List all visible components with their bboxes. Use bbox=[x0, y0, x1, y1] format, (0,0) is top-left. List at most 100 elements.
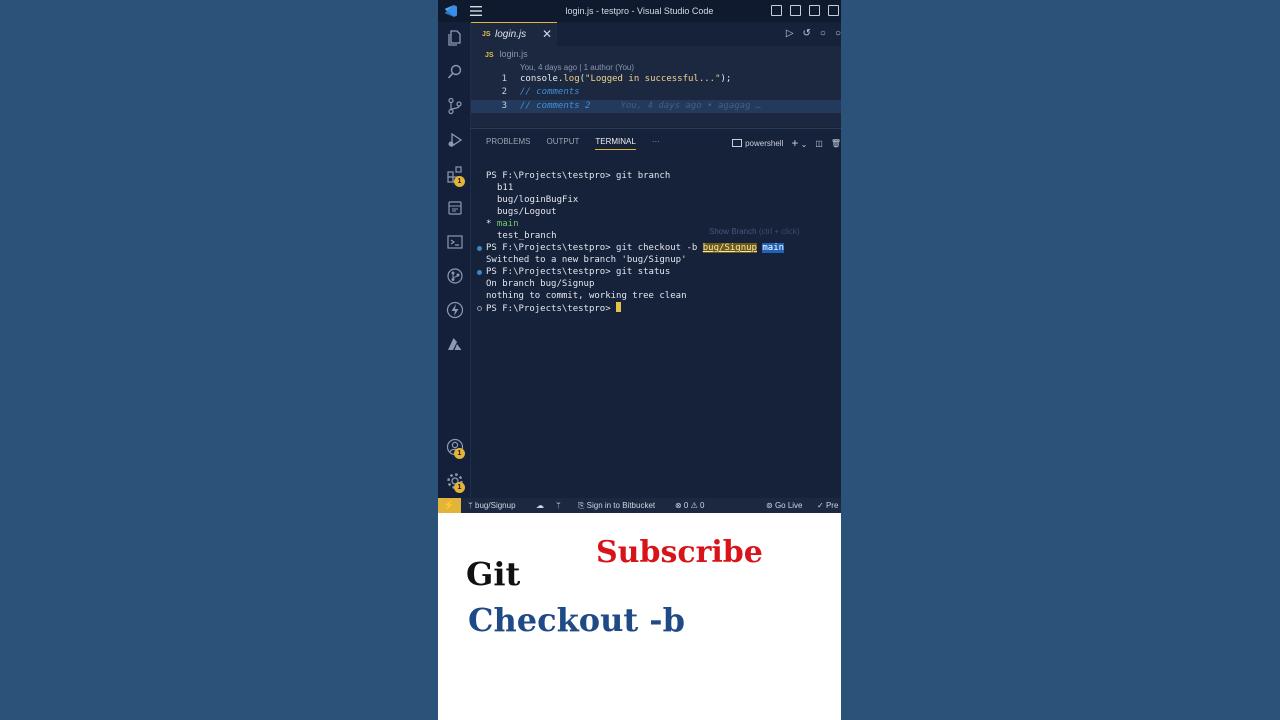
code-comment: // comments bbox=[520, 87, 580, 97]
breadcrumb-file[interactable]: login.js bbox=[500, 49, 528, 59]
previous-change-icon[interactable]: ○ bbox=[820, 28, 826, 39]
prompt: PS F:\Projects\testpro> bbox=[486, 267, 617, 277]
line-number: 1 bbox=[501, 74, 507, 84]
source-control-icon[interactable] bbox=[446, 97, 464, 115]
close-icon[interactable]: ✕ bbox=[542, 27, 552, 41]
command: git checkout bbox=[616, 243, 682, 253]
subscribe-text: Subscribe bbox=[596, 535, 763, 570]
branch-status[interactable]: ᛘ bug/Signup bbox=[468, 501, 516, 510]
terminal-line: PS F:\Projects\testpro> git checkout -b … bbox=[477, 242, 785, 254]
toggle-panel-icon[interactable] bbox=[790, 5, 801, 16]
check-icon: ✓ bbox=[817, 501, 826, 510]
chevron-down-icon: ⌄ bbox=[800, 140, 808, 149]
go-live-button[interactable]: ⊚ Go Live bbox=[766, 501, 803, 510]
current-branch: main bbox=[496, 219, 519, 229]
current-marker: * bbox=[486, 219, 497, 229]
terminal-cursor bbox=[616, 302, 622, 312]
terminal-icon[interactable] bbox=[446, 233, 464, 251]
terminal-line: nothing to commit, working tree clean bbox=[486, 291, 687, 301]
layout-controls bbox=[771, 5, 839, 16]
azure-icon[interactable] bbox=[446, 335, 464, 353]
branch-item: bug/loginBugFix bbox=[497, 195, 579, 205]
terminal-line: PS F:\Projects\testpro> git branch bbox=[486, 170, 670, 182]
git-blame-codelens[interactable]: You, 4 days ago | 1 author (You) bbox=[520, 63, 634, 72]
code-text: // comments 2 You, 4 days ago • agagag … bbox=[520, 100, 761, 113]
split-terminal-icon[interactable]: ◫ bbox=[815, 139, 823, 148]
code-token: ); bbox=[720, 74, 732, 84]
settings-badge: 1 bbox=[454, 482, 465, 493]
kill-terminal-icon[interactable]: 🗑 bbox=[831, 139, 841, 148]
thunder-client-icon[interactable] bbox=[446, 301, 464, 319]
go-live-label: Go Live bbox=[774, 501, 803, 510]
toggle-sidebar-icon[interactable] bbox=[771, 5, 782, 16]
tab-problems[interactable]: PROBLEMS bbox=[486, 137, 530, 150]
inline-blame: You, 4 days ago • agagag … bbox=[620, 101, 762, 111]
editor-tab-bar: JS login.js ✕ ▷ ↺ ○ ○ bbox=[471, 22, 841, 46]
command-pending-dot bbox=[477, 306, 482, 311]
branch-link[interactable]: bug/Signup bbox=[702, 243, 757, 253]
shell-name: powershell bbox=[745, 138, 784, 148]
tab-login-js[interactable]: JS login.js ✕ bbox=[471, 22, 557, 46]
title-bar: login.js - testpro - Visual Studio Code bbox=[438, 0, 841, 22]
status-bar: ⚡ ᛘ bug/Signup ☁ ᛘ ⎘ Sign in to Bitbucke… bbox=[438, 498, 841, 513]
code-line[interactable]: 2 // comments bbox=[471, 86, 841, 99]
remote-indicator-icon[interactable]: ⚡ bbox=[438, 498, 461, 513]
javascript-file-icon: JS bbox=[485, 52, 494, 59]
code-token: log bbox=[563, 74, 580, 84]
prettier-label: Pre bbox=[825, 501, 839, 510]
code-token: console bbox=[520, 74, 558, 84]
terminal-line: PS F:\Projects\testpro> bbox=[477, 302, 622, 314]
tab-terminal[interactable]: TERMINAL bbox=[595, 137, 636, 150]
vscode-window: login.js - testpro - Visual Studio Code … bbox=[438, 0, 841, 720]
branch-name: bug/Signup bbox=[475, 501, 516, 510]
open-changes-icon[interactable]: ↺ bbox=[803, 28, 811, 39]
line-number: 2 bbox=[501, 87, 507, 97]
new-terminal-button[interactable]: + ⌄ bbox=[791, 136, 807, 150]
code-line[interactable]: 3 // comments 2 You, 4 days ago • agagag … bbox=[471, 100, 841, 113]
git-graph-icon[interactable] bbox=[446, 267, 464, 285]
link-hover-hint: Show Branch (ctrl + click) bbox=[709, 227, 799, 236]
explorer-icon[interactable] bbox=[446, 29, 464, 47]
run-debug-icon[interactable] bbox=[446, 131, 464, 149]
branch-item: b11 bbox=[497, 183, 514, 193]
branch-item: test_branch bbox=[497, 231, 557, 241]
breadcrumb[interactable]: JS login.js bbox=[485, 49, 528, 59]
tab-label: login.js bbox=[495, 29, 527, 40]
sync-icon[interactable]: ☁ bbox=[536, 501, 544, 510]
bottom-panel: PROBLEMS OUTPUT TERMINAL ··· powershell … bbox=[471, 128, 841, 498]
editor-area: JS login.js ✕ ▷ ↺ ○ ○ JS login.js You, 4 … bbox=[471, 22, 841, 127]
git-graph-status-icon[interactable]: ᛘ bbox=[556, 501, 561, 510]
remote-explorer-icon[interactable] bbox=[446, 199, 464, 217]
next-change-icon[interactable]: ○ bbox=[835, 28, 841, 39]
tab-output[interactable]: OUTPUT bbox=[546, 137, 579, 150]
terminal-line: Switched to a new branch 'bug/Signup' bbox=[486, 255, 687, 265]
hint-key: (ctrl + click) bbox=[756, 227, 800, 236]
video-caption: Git Subscribe Checkout -b bbox=[438, 513, 841, 720]
editor-actions: ▷ ↺ ○ ○ bbox=[786, 28, 841, 39]
command-success-dot[interactable] bbox=[477, 270, 482, 275]
branch-item-current: * main bbox=[486, 218, 519, 230]
branch-icon: ᛘ bbox=[468, 501, 476, 510]
terminal-line: On branch bug/Signup bbox=[486, 279, 595, 289]
hint-label: Show Branch bbox=[709, 227, 757, 236]
command: git branch bbox=[616, 171, 671, 181]
prompt: PS F:\Projects\testpro> bbox=[486, 304, 617, 314]
terminal-shell-selector[interactable]: powershell bbox=[732, 138, 784, 148]
code-line[interactable]: 1 console.log("Logged in successful...")… bbox=[471, 73, 841, 86]
code-comment: // comments 2 bbox=[520, 101, 591, 111]
bitbucket-status[interactable]: ⎘ Sign in to Bitbucket bbox=[578, 501, 655, 511]
search-icon[interactable] bbox=[446, 63, 464, 81]
prettier-status[interactable]: ✓ Pre bbox=[817, 501, 838, 510]
terminal-icon bbox=[732, 138, 743, 147]
command: git status bbox=[616, 267, 671, 277]
customize-layout-icon[interactable] bbox=[828, 5, 839, 16]
problems-status[interactable]: ⊗ 0 ⚠ 0 bbox=[675, 501, 704, 510]
line-number: 3 bbox=[501, 101, 507, 111]
panel-tabs: PROBLEMS OUTPUT TERMINAL ··· bbox=[486, 137, 660, 150]
toggle-secondary-sidebar-icon[interactable] bbox=[809, 5, 820, 16]
javascript-file-icon: JS bbox=[482, 31, 491, 38]
command-success-dot[interactable] bbox=[477, 246, 482, 251]
more-tabs-button[interactable]: ··· bbox=[652, 137, 660, 150]
run-file-icon[interactable]: ▷ bbox=[786, 28, 794, 39]
activity-bar: 1 1 1 bbox=[438, 22, 471, 498]
